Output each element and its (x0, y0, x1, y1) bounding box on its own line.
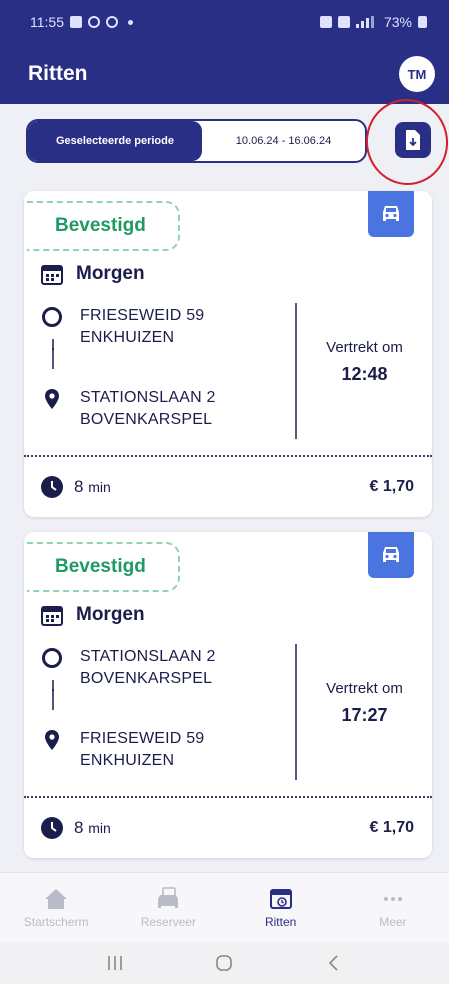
top-bar: 11:55 73% Ritten TM (0, 0, 449, 104)
duration-value: 8 (74, 818, 84, 837)
app-bar: Ritten TM (0, 48, 449, 100)
home-icon (45, 888, 68, 909)
price: € 1,70 (369, 478, 414, 495)
calendar-icon (41, 606, 63, 626)
period-label: Geselecteerde periode (28, 121, 202, 161)
home-system-icon[interactable] (213, 954, 235, 972)
car-icon (383, 547, 399, 562)
dropoff-street: STATIONSLAAN 2 (80, 389, 216, 406)
more-dots-icon (383, 896, 402, 901)
departure-info: Vertrekt om 12:48 (297, 339, 432, 385)
ride-footer: 8 min € 1,70 (40, 811, 414, 845)
location-pin-icon (45, 730, 59, 750)
clock: 11:55 (30, 14, 64, 30)
nav-label: Startscherm (23, 914, 89, 929)
departure-label: Vertrekt om (326, 339, 403, 356)
dropoff-address: STATIONSLAAN 2 BOVENKARSPEL (40, 387, 216, 431)
mute-icon (337, 16, 350, 28)
car-book-icon (158, 886, 179, 908)
duration-unit: min (88, 479, 111, 495)
nav-item-startscherm[interactable]: Startscherm (0, 873, 112, 942)
departure-time: 12:48 (341, 364, 388, 384)
card-separator (24, 796, 432, 798)
pickup-address: STATIONSLAAN 2 BOVENKARSPEL (40, 646, 216, 690)
dropoff-street: FRIESEWEID 59 (80, 730, 205, 747)
pickup-address: FRIESEWEID 59 ENKHUIZEN (40, 305, 204, 349)
status-badge: Bevestigd (27, 542, 180, 592)
nav-label: Ritten (264, 914, 297, 929)
period-selector[interactable]: Geselecteerde periode 10.06.24 - 16.06.2… (26, 119, 367, 163)
nav-item-ritten[interactable]: Ritten (225, 873, 337, 942)
departure-time: 17:27 (341, 705, 388, 725)
nav-label: Meer (379, 914, 407, 929)
battery-percentage: 73% (383, 14, 412, 30)
pickup-city: ENKHUIZEN (80, 329, 175, 346)
status-bar: 11:55 73% (0, 0, 449, 44)
annotation-circle (360, 93, 449, 191)
origin-circle-icon (42, 307, 62, 327)
pickup-street: STATIONSLAAN 2 (80, 648, 216, 665)
price: € 1,70 (369, 819, 414, 836)
more-notifications-icon (128, 19, 133, 25)
departure-info: Vertrekt om 17:27 (297, 680, 432, 726)
clock-icon (41, 476, 63, 498)
duration-unit: min (88, 820, 111, 836)
status-badge: Bevestigd (27, 201, 180, 251)
gallery-notification-icon (70, 16, 82, 28)
ride-day: Morgen (76, 604, 145, 625)
back-icon[interactable] (323, 954, 345, 972)
battery-icon (418, 16, 427, 28)
day-row: Morgen (40, 262, 145, 286)
dropoff-city: ENKHUIZEN (80, 752, 175, 769)
page-title: Ritten (28, 62, 88, 85)
origin-circle-icon (42, 648, 62, 668)
location-pin-icon (45, 389, 59, 409)
pickup-city: BOVENKARSPEL (80, 670, 213, 687)
alarm-icon (319, 16, 332, 28)
sync-notification-icon (88, 16, 100, 28)
taxi-badge (368, 532, 414, 578)
rides-calendar-icon (269, 888, 292, 909)
avatar[interactable]: TM (399, 56, 435, 92)
period-range[interactable]: 10.06.24 - 16.06.24 (202, 121, 365, 161)
route-connector-icon (52, 339, 54, 369)
duration: 8 min (40, 475, 111, 499)
pickup-street: FRIESEWEID 59 (80, 307, 205, 324)
signal-icon (355, 16, 374, 28)
route-connector-icon (52, 680, 54, 710)
ride-card[interactable]: Bevestigd Morgen STATIONSLAAN 2 BOVENKAR… (24, 532, 432, 858)
car-icon (383, 206, 399, 221)
ride-footer: 8 min € 1,70 (40, 470, 414, 504)
day-row: Morgen (40, 603, 145, 627)
card-separator (24, 455, 432, 457)
bottom-navigation: Startscherm Reserveer Ritten Meer (0, 872, 449, 942)
clock-icon (41, 817, 63, 839)
dropoff-address: FRIESEWEID 59 ENKHUIZEN (40, 728, 204, 772)
duration: 8 min (40, 816, 111, 840)
dropoff-city: BOVENKARSPEL (80, 411, 213, 428)
system-navigation (0, 942, 449, 984)
departure-label: Vertrekt om (326, 680, 403, 697)
recent-apps-icon[interactable] (104, 954, 126, 972)
calendar-icon (41, 265, 63, 285)
taxi-badge (368, 191, 414, 237)
app-notification-icon (106, 16, 118, 28)
nav-item-meer[interactable]: Meer (337, 873, 449, 942)
ride-day: Morgen (76, 263, 145, 284)
duration-value: 8 (74, 477, 84, 496)
nav-item-reserveer[interactable]: Reserveer (112, 873, 224, 942)
nav-label: Reserveer (140, 914, 197, 929)
ride-card[interactable]: Bevestigd Morgen FRIESEWEID 59 ENKHUIZEN… (24, 191, 432, 517)
